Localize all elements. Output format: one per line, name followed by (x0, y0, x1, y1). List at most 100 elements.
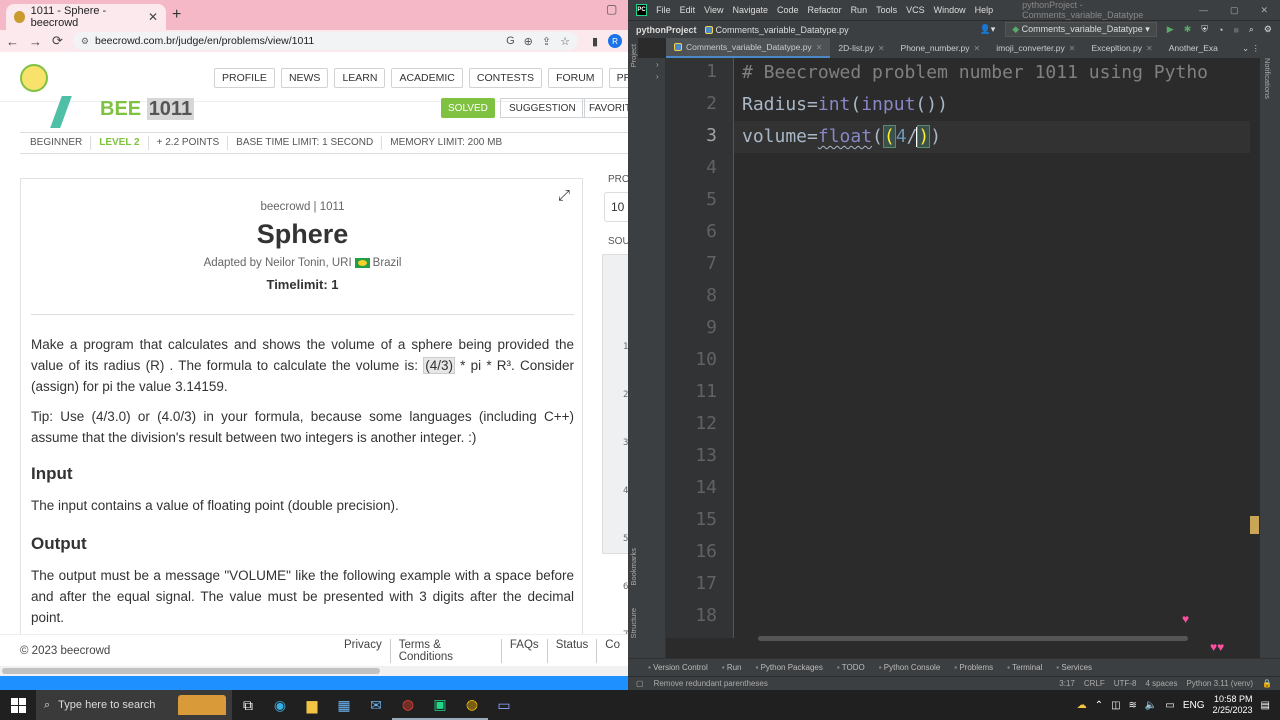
menu-code[interactable]: Code (777, 5, 799, 15)
forward-icon[interactable]: → (29, 34, 42, 49)
editor-horizontal-scrollbar[interactable] (758, 636, 1188, 641)
problems-tool[interactable]: Problems (954, 663, 993, 672)
menu-refactor[interactable]: Refactor (808, 5, 842, 15)
todo-tool[interactable]: TODO (837, 663, 865, 672)
sidepanel-icon[interactable]: ▮ (592, 35, 598, 48)
nav-profile[interactable]: PROFILE (214, 68, 275, 88)
nav-forum[interactable]: FORUM (548, 68, 603, 88)
menu-file[interactable]: File (656, 5, 671, 15)
nav-contests[interactable]: CONTESTS (468, 68, 543, 88)
debug-icon[interactable]: ✱ (1184, 24, 1192, 35)
run-tool[interactable]: Run (722, 663, 742, 672)
menu-run[interactable]: Run (851, 5, 868, 15)
line-separator[interactable]: CRLF (1084, 679, 1105, 688)
bookmark-star-icon[interactable]: ☆ (560, 35, 570, 48)
coverage-icon[interactable]: ⛨ (1201, 24, 1208, 35)
back-icon[interactable]: ← (6, 34, 19, 49)
zoom-icon[interactable]: ⊕ (524, 35, 533, 48)
menu-navigate[interactable]: Navigate (733, 5, 769, 15)
close-tab-icon[interactable]: ✕ (974, 44, 981, 53)
weather-icon[interactable]: ☁ (1077, 700, 1087, 711)
pycharm-taskbar-icon[interactable]: ▣ (424, 690, 456, 720)
source-editor[interactable]: 1 2 3 4 5 6 7 (602, 254, 628, 640)
chrome-icon[interactable]: ◍ (392, 690, 424, 720)
browser-tab[interactable]: 1011 - Sphere - beecrowd ✕ (6, 4, 166, 30)
footer-link-status[interactable]: Status (546, 638, 597, 663)
video-app-icon[interactable]: ▭ (488, 690, 520, 720)
editor-tab[interactable]: Excepltion.py ✕ (1083, 38, 1160, 58)
version-control-tool[interactable]: Version Control (648, 663, 708, 672)
minimize-icon[interactable]: ▢ (606, 2, 617, 16)
editor-vertical-scrollbar[interactable] (1250, 58, 1260, 638)
structure-tool-label[interactable]: Structure (629, 608, 638, 638)
code-line-1[interactable]: # Beecrowed problem number 1011 using Py… (742, 61, 1208, 85)
profile-run-icon[interactable]: ◔ (1218, 25, 1223, 35)
task-view-icon[interactable]: ⧉ (232, 690, 264, 720)
run-configuration-select[interactable]: ◆ Comments_variable_Datatype ▾ (1005, 22, 1157, 37)
language-indicator[interactable]: ENG (1183, 700, 1205, 711)
run-icon[interactable]: ▶ (1167, 24, 1174, 35)
menu-help[interactable]: Help (975, 5, 994, 15)
collapsed-node-icon[interactable]: › (656, 60, 659, 69)
stop-icon[interactable]: ■ (1233, 25, 1238, 35)
close-tab-icon[interactable]: ✕ (1069, 44, 1076, 53)
problem-id-input[interactable]: 10 (604, 192, 628, 222)
project-crumb[interactable]: pythonProject (636, 25, 697, 35)
footer-link-privacy[interactable]: Privacy (336, 639, 390, 663)
profile-avatar[interactable]: R (608, 34, 622, 48)
services-tool[interactable]: Services (1056, 663, 1092, 672)
status-toggle-icon[interactable]: ▢ (636, 679, 644, 688)
bookmarks-tool-label[interactable]: Bookmarks (629, 548, 638, 586)
close-tab-icon[interactable]: ✕ (816, 43, 823, 52)
address-bar[interactable]: ⚙ beecrowd.com.br/judge/en/problems/view… (72, 32, 578, 50)
site-info-icon[interactable]: ⚙ (81, 36, 89, 47)
tray-overflow-icon[interactable]: ⌃ (1095, 700, 1103, 711)
lock-icon[interactable]: 🔒 (1262, 679, 1272, 688)
menu-tools[interactable]: Tools (876, 5, 897, 15)
nav-learn[interactable]: LEARN (334, 68, 386, 88)
editor-tab[interactable]: Comments_variable_Datatype.py ✕ (666, 38, 831, 58)
notification-icon[interactable]: ▤ (1261, 700, 1270, 711)
project-tool-label[interactable]: Project (629, 44, 638, 67)
beecrowd-logo-icon[interactable] (20, 64, 48, 92)
mail-icon[interactable]: ✉ (360, 690, 392, 720)
collapsed-node-icon[interactable]: › (656, 72, 659, 81)
menu-window[interactable]: Window (934, 5, 966, 15)
settings-icon[interactable]: ⚙ (1264, 24, 1272, 35)
maximize-icon[interactable]: ▢ (1230, 5, 1239, 16)
wifi-icon[interactable]: ≋ (1129, 700, 1137, 711)
editor-tab[interactable]: imoji_converter.py ✕ (988, 38, 1083, 58)
menu-edit[interactable]: Edit (680, 5, 696, 15)
clock[interactable]: 10:58 PM 2/25/2023 (1213, 694, 1253, 716)
close-tab-icon[interactable]: ✕ (878, 44, 885, 53)
file-crumb[interactable]: Comments_variable_Datatype.py (704, 25, 849, 35)
close-tab-icon[interactable]: ✕ (148, 10, 158, 24)
battery-icon[interactable]: ▭ (1165, 700, 1174, 711)
python-interpreter[interactable]: Python 3.11 (venv) (1186, 679, 1253, 688)
close-icon[interactable]: ✕ (1260, 5, 1268, 16)
search-icon[interactable]: ⌕ (1249, 24, 1254, 35)
editor-tab[interactable]: Phone_number.py ✕ (893, 38, 989, 58)
favorite-button[interactable]: FAVORITE (582, 98, 628, 118)
nav-news[interactable]: NEWS (280, 68, 329, 88)
scrollbar-thumb[interactable] (2, 668, 380, 674)
editor-tab[interactable]: Another_Exa (1161, 38, 1226, 58)
taskbar-search[interactable]: ⌕ Type here to search (36, 690, 232, 720)
new-tab-icon[interactable]: + (172, 6, 181, 24)
caret-position[interactable]: 3:17 (1059, 679, 1075, 688)
share-icon[interactable]: ⇪ (542, 35, 551, 48)
file-encoding[interactable]: UTF-8 (1114, 679, 1137, 688)
store-icon[interactable]: ▦ (328, 690, 360, 720)
network-icon[interactable]: ◫ (1111, 700, 1120, 711)
code-line-3[interactable]: volume=float((4/)) (742, 125, 941, 149)
page-horizontal-scrollbar[interactable] (0, 666, 628, 676)
volume-icon[interactable]: 🔈 (1145, 700, 1157, 711)
editor-tab[interactable]: 2D-list.py ✕ (830, 38, 892, 58)
nav-academic[interactable]: ACADEMIC (391, 68, 463, 88)
suggestion-button[interactable]: SUGGESTION (500, 98, 585, 118)
user-icon[interactable]: 👤▾ (980, 24, 996, 35)
terminal-tool[interactable]: Terminal (1007, 663, 1042, 672)
python-packages-tool[interactable]: Python Packages (756, 663, 823, 672)
menu-view[interactable]: View (704, 5, 723, 15)
footer-link-contact[interactable]: Co (596, 638, 628, 663)
